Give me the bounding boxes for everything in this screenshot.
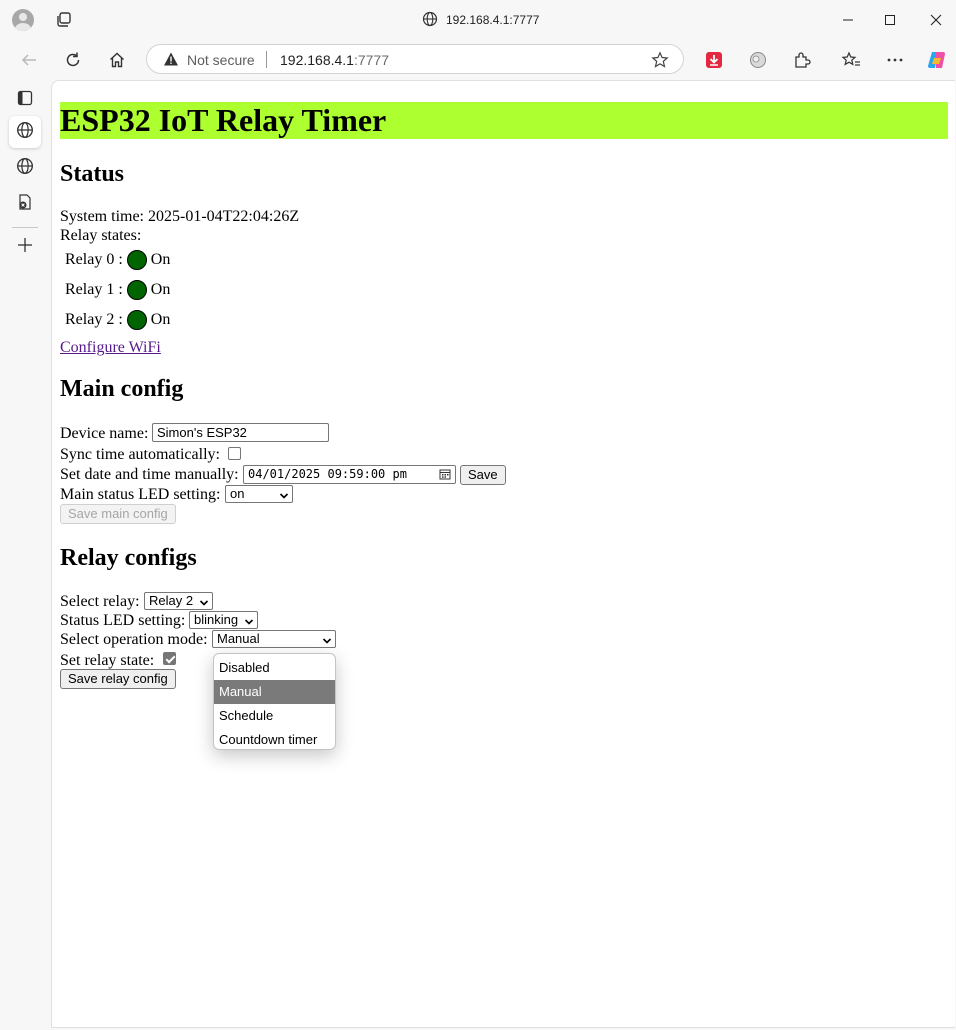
system-time-value: 2025-01-04T22:04:26Z <box>148 208 300 225</box>
option-countdown-timer[interactable]: Countdown timer <box>214 728 335 752</box>
home-icon[interactable] <box>103 46 131 74</box>
select-relay-label: Select relay: <box>60 593 140 610</box>
relay-status-led-select[interactable]: blinking <box>189 611 258 629</box>
select-relay-dropdown[interactable]: Relay 2 <box>144 592 213 610</box>
option-schedule[interactable]: Schedule <box>214 704 335 728</box>
minimize-icon[interactable] <box>833 6 863 34</box>
back-arrow-icon[interactable] <box>15 46 43 74</box>
globe-icon <box>422 11 438 30</box>
set-datetime-label: Set date and time manually: <box>60 466 239 483</box>
workspaces-icon[interactable] <box>54 10 74 30</box>
datetime-input[interactable]: 04/01/2025 09:59:00 pm <box>243 465 456 484</box>
extensions-puzzle-icon[interactable] <box>789 47 815 73</box>
save-main-config-button[interactable]: Save main config <box>60 504 176 524</box>
relay-led-indicator <box>126 250 147 270</box>
operation-mode-value: Manual <box>217 631 260 646</box>
relay-configs-heading: Relay configs <box>60 545 197 571</box>
relay-states-label: Relay states: <box>60 227 142 244</box>
url-port: :7777 <box>353 52 390 68</box>
save-extension-icon[interactable] <box>701 47 727 73</box>
system-time: System time: 2025-01-04T22:04:26Z <box>60 207 299 226</box>
system-time-label: System time: <box>60 208 148 225</box>
configure-wifi-link[interactable]: Configure WiFi <box>60 339 161 356</box>
main-config-heading: Main config <box>60 376 184 402</box>
sync-time-label: Sync time automatically: <box>60 446 220 463</box>
more-menu-icon[interactable] <box>882 47 908 73</box>
maximize-icon[interactable] <box>875 6 905 34</box>
operation-mode-label: Select operation mode: <box>60 631 208 648</box>
save-relay-config-button[interactable]: Save relay config <box>60 669 176 689</box>
chevron-down-icon <box>279 489 289 505</box>
sidebar-tab-globe-active[interactable] <box>9 116 41 148</box>
relay-state-row: Relay 1 : On <box>65 278 170 302</box>
sidebar-tab-globe[interactable] <box>9 152 41 184</box>
window-title-text: 192.168.4.1:7777 <box>446 13 540 27</box>
page-title: ESP32 IoT Relay Timer <box>60 102 948 139</box>
operation-mode-dropdown-list: Disabled Manual Schedule Countdown timer <box>213 653 336 750</box>
favorites-list-icon[interactable] <box>838 47 864 73</box>
globe-icon <box>16 157 34 180</box>
chevron-down-icon <box>199 596 209 612</box>
copilot-icon[interactable] <box>924 47 950 73</box>
close-icon[interactable] <box>921 6 951 34</box>
chevron-down-icon <box>244 615 254 631</box>
url-host: 192.168.4.1 <box>280 52 354 68</box>
set-relay-state-label: Set relay state: <box>60 652 155 669</box>
sidebar-divider <box>12 227 38 228</box>
relay-state-text: On <box>150 311 171 328</box>
calendar-icon[interactable] <box>439 468 451 485</box>
option-disabled[interactable]: Disabled <box>214 656 335 680</box>
relay-led-indicator <box>126 280 147 300</box>
address-bar[interactable]: Not secure 192.168.4.1:7777 <box>146 44 684 74</box>
globe-icon <box>16 121 34 144</box>
new-tab-plus-icon[interactable] <box>9 229 41 261</box>
main-status-led-select[interactable]: on <box>225 485 293 503</box>
window-title: 192.168.4.1:7777 <box>422 10 539 30</box>
relay-label: Relay 0 : <box>65 251 123 268</box>
browser-title-bar: 192.168.4.1:7777 <box>0 0 956 40</box>
relay-label: Relay 2 : <box>65 311 123 328</box>
set-relay-state-checkbox[interactable] <box>163 652 176 665</box>
main-status-led-label: Main status LED setting: <box>60 486 221 503</box>
relay-state-text: On <box>150 281 171 298</box>
datetime-value: 04/01/2025 09:59:00 pm <box>248 467 407 481</box>
sidebar-tab-document[interactable] <box>9 188 41 220</box>
relay-led-indicator <box>126 310 147 330</box>
relay-status-led-label: Status LED setting: <box>60 612 186 629</box>
operation-mode-select[interactable]: Manual <box>212 630 336 648</box>
refresh-icon[interactable] <box>59 46 87 74</box>
document-error-icon <box>16 193 34 216</box>
device-name-label: Device name: <box>60 425 149 442</box>
page-viewport: ESP32 IoT Relay Timer Status System time… <box>51 80 955 1028</box>
select-relay-value: Relay 2 <box>149 593 194 608</box>
url-text[interactable]: 192.168.4.1:7777 <box>280 52 389 68</box>
sync-time-checkbox[interactable] <box>228 447 241 460</box>
status-heading: Status <box>60 161 125 187</box>
save-datetime-button[interactable]: Save <box>460 465 506 485</box>
chevron-down-icon <box>322 634 332 650</box>
browser-sidebar <box>0 80 50 1030</box>
option-manual[interactable]: Manual <box>214 680 335 704</box>
relay-status-led-value: blinking <box>194 612 239 627</box>
main-status-led-value: on <box>230 486 245 501</box>
security-label[interactable]: Not secure <box>187 52 255 68</box>
warning-icon[interactable] <box>163 51 179 72</box>
relay-state-row: Relay 2 : On <box>65 308 170 332</box>
relay-state-row: Relay 0 : On <box>65 248 170 272</box>
relay-state-text: On <box>150 251 171 268</box>
relay-label: Relay 1 : <box>65 281 123 298</box>
extension-blob-icon[interactable] <box>745 47 771 73</box>
favorite-star-icon[interactable] <box>651 51 669 74</box>
divider <box>266 51 267 68</box>
device-name-input[interactable]: Simon's ESP32 <box>152 423 329 442</box>
tab-actions-icon[interactable] <box>9 82 41 114</box>
profile-avatar-icon[interactable] <box>12 9 34 31</box>
